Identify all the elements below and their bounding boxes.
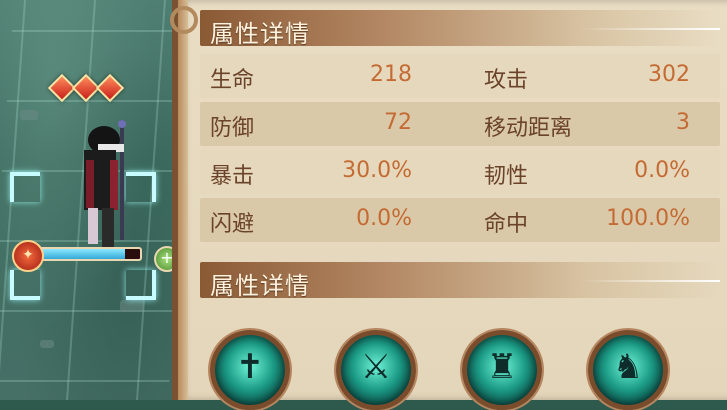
stat-value: 0.0%	[634, 158, 690, 183]
stat-label: 暴击	[210, 164, 255, 189]
sword-cross-icon: ✝	[235, 347, 265, 387]
swordsman-icon: ♜	[486, 347, 518, 387]
ground-stone	[120, 300, 144, 312]
ground-stone	[40, 340, 54, 348]
stat-label: 生命	[210, 68, 255, 93]
stat-label: 命中	[484, 212, 529, 237]
skill-slot-3[interactable]: ♜	[462, 330, 542, 410]
skill-slot-2[interactable]: ⚔	[336, 330, 416, 410]
blade-slash-icon: ⚔	[360, 347, 392, 387]
selection-corner-bl	[10, 270, 40, 300]
stats-panel: 属性详情 生命 218 攻击 302 防御 72 移动距离 3 暴击 30.0%…	[164, 0, 727, 410]
stat-label: 闪避	[210, 212, 255, 237]
unit-level-icon: ✦	[12, 240, 44, 272]
hero-unit[interactable]	[76, 120, 136, 260]
stats-section-title: 属性详情	[210, 20, 310, 48]
stat-value: 72	[384, 110, 412, 135]
skill-list: ✝ ⚔ ♜ ♞	[210, 330, 668, 410]
star-rank	[47, 73, 125, 103]
warrior-shadow-icon: ♞	[612, 347, 644, 387]
stat-label: 韧性	[484, 164, 529, 189]
ground-stone	[20, 110, 38, 120]
stat-label: 攻击	[484, 68, 529, 93]
stat-row: 闪避 0.0% 命中 100.0%	[200, 198, 720, 242]
skills-section-header: 属性详情	[200, 262, 720, 300]
stat-label: 防御	[210, 116, 255, 141]
skill-slot-1[interactable]: ✝	[210, 330, 290, 410]
selection-corner-tl	[10, 172, 40, 202]
stat-value: 3	[676, 110, 690, 135]
skills-section-title: 属性详情	[210, 272, 310, 300]
stat-value: 218	[370, 62, 412, 87]
header-decoration	[580, 280, 720, 282]
stat-value: 100.0%	[606, 206, 690, 231]
header-decoration	[580, 28, 720, 30]
star-gem-icon	[95, 73, 125, 103]
battlefield: ✦ +	[0, 0, 182, 400]
skill-slot-4[interactable]: ♞	[588, 330, 668, 410]
stat-row: 防御 72 移动距离 3	[200, 102, 720, 146]
stat-value: 30.0%	[342, 158, 412, 183]
stat-value: 0.0%	[356, 206, 412, 231]
stats-section-header: 属性详情	[200, 10, 720, 48]
stat-row: 生命 218 攻击 302	[200, 54, 720, 98]
stat-row: 暴击 30.0% 韧性 0.0%	[200, 150, 720, 194]
selection-corner-br	[126, 270, 156, 300]
stat-value: 302	[648, 62, 690, 87]
